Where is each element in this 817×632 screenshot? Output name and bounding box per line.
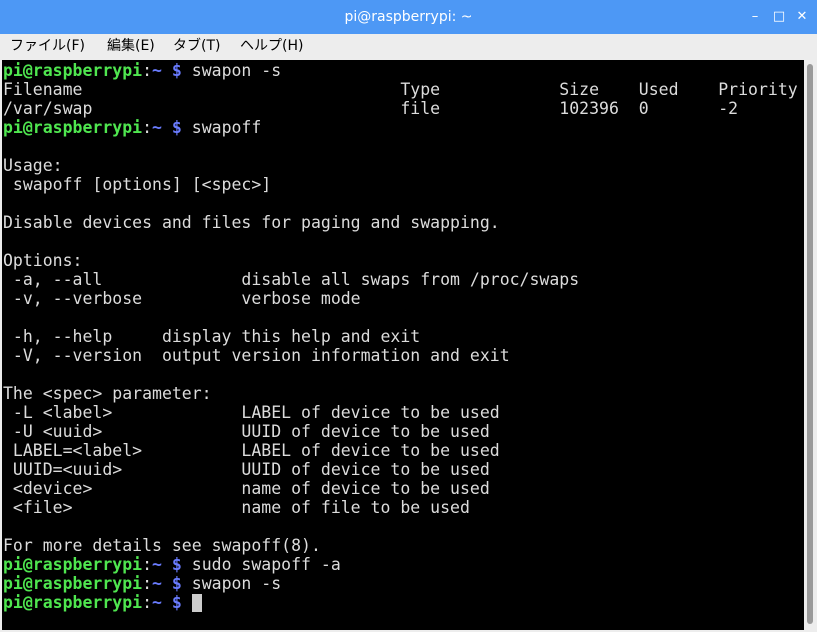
close-button[interactable]: ✕ bbox=[793, 8, 811, 26]
terminal-output[interactable]: pi@raspberrypi:~ $ swapon -s Filename Ty… bbox=[2, 60, 804, 630]
terminal-line: Disable devices and files for paging and… bbox=[3, 213, 500, 232]
terminal-line: -h, --help display this help and exit bbox=[3, 327, 421, 346]
swap-table-header: Filename Type Size Used Priority bbox=[3, 80, 798, 99]
terminal-line: Usage: bbox=[3, 156, 63, 175]
terminal-line: For more details see swapoff(8). bbox=[3, 536, 321, 555]
text-cursor bbox=[191, 594, 202, 612]
menu-file[interactable]: ファイル(F) bbox=[10, 34, 85, 60]
menu-help[interactable]: ヘルプ(H) bbox=[240, 34, 303, 60]
terminal-line: -L <label> LABEL of device to be used bbox=[3, 403, 500, 422]
window-titlebar[interactable]: pi@raspberrypi: ~ – □ ✕ bbox=[0, 0, 817, 34]
terminal-line: LABEL=<label> LABEL of device to be used bbox=[3, 441, 500, 460]
prompt-directory: ~ bbox=[152, 593, 162, 612]
prompt-symbol: $ bbox=[161, 574, 192, 593]
menu-tab[interactable]: タブ(T) bbox=[173, 34, 220, 60]
menu-edit[interactable]: 編集(E) bbox=[107, 34, 155, 60]
prompt-user: pi@raspberrypi bbox=[3, 555, 143, 574]
terminal-line: pi@raspberrypi:~ $ bbox=[3, 593, 202, 612]
terminal-line: UUID=<uuid> UUID of device to be used bbox=[3, 460, 490, 479]
prompt-user: pi@raspberrypi bbox=[3, 593, 143, 612]
prompt-directory: ~ bbox=[152, 574, 162, 593]
prompt-directory: ~ bbox=[152, 555, 162, 574]
command-text: swapoff bbox=[191, 118, 262, 137]
prompt-symbol: $ bbox=[161, 555, 192, 574]
command-text: swapon -s bbox=[191, 574, 282, 593]
prompt-separator: : bbox=[142, 61, 153, 80]
command-text: sudo swapoff -a bbox=[191, 555, 341, 574]
prompt-separator: : bbox=[142, 118, 153, 137]
prompt-user: pi@raspberrypi bbox=[3, 118, 143, 137]
swap-table-row: /var/swap file 102396 0 -2 bbox=[3, 99, 739, 118]
prompt-user: pi@raspberrypi bbox=[3, 61, 143, 80]
prompt-symbol: $ bbox=[161, 61, 192, 80]
terminal-line: The <spec> parameter: bbox=[3, 384, 212, 403]
terminal-line: swapoff [options] [<spec>] bbox=[3, 175, 272, 194]
terminal-line: pi@raspberrypi:~ $ swapon -s bbox=[3, 61, 281, 80]
minimize-button[interactable]: – bbox=[746, 8, 764, 26]
prompt-directory: ~ bbox=[152, 61, 162, 80]
terminal-line: -a, --all disable all swaps from /proc/s… bbox=[3, 270, 580, 289]
prompt-symbol: $ bbox=[161, 118, 192, 137]
scrollbar[interactable] bbox=[804, 60, 817, 630]
prompt-symbol: $ bbox=[161, 593, 192, 612]
prompt-separator: : bbox=[142, 574, 153, 593]
maximize-button[interactable]: □ bbox=[770, 8, 788, 26]
terminal-line: <file> name of file to be used bbox=[3, 498, 470, 517]
terminal-line: <device> name of device to be used bbox=[3, 479, 490, 498]
prompt-directory: ~ bbox=[152, 118, 162, 137]
terminal-line: pi@raspberrypi:~ $ swapoff bbox=[3, 118, 261, 137]
scrollbar-thumb[interactable] bbox=[807, 64, 813, 624]
menu-bar: ファイル(F) 編集(E) タブ(T) ヘルプ(H) bbox=[0, 34, 817, 60]
terminal-line: -V, --version output version information… bbox=[3, 346, 510, 365]
terminal-line: Options: bbox=[3, 251, 83, 270]
prompt-user: pi@raspberrypi bbox=[3, 574, 143, 593]
terminal-line: -v, --verbose verbose mode bbox=[3, 289, 361, 308]
terminal-line: pi@raspberrypi:~ $ swapon -s bbox=[3, 574, 281, 593]
command-text: swapon -s bbox=[191, 61, 282, 80]
prompt-separator: : bbox=[142, 555, 153, 574]
terminal-line: -U <uuid> UUID of device to be used bbox=[3, 422, 490, 441]
window-title: pi@raspberrypi: ~ bbox=[344, 9, 473, 25]
terminal-line: pi@raspberrypi:~ $ sudo swapoff -a bbox=[3, 555, 341, 574]
prompt-separator: : bbox=[142, 593, 153, 612]
